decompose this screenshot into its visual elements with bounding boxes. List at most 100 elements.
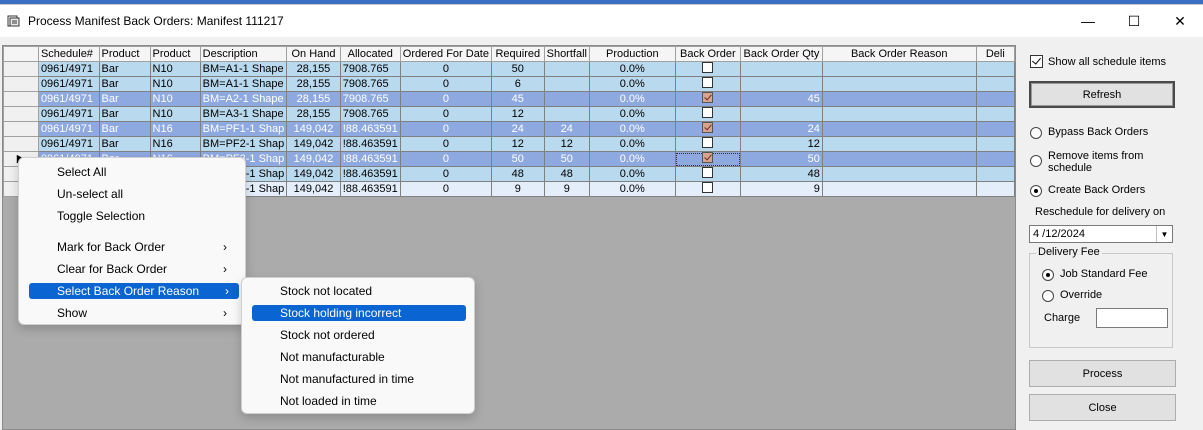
cell-allocated[interactable]: 7908.765 (339, 61, 401, 77)
job-standard-radio[interactable] (1042, 269, 1054, 281)
cell-on-hand[interactable]: 149,042 (286, 181, 341, 197)
cell-production[interactable]: 0.0% (588, 151, 676, 167)
cell-production[interactable]: 0.0% (588, 61, 676, 77)
col-header-product[interactable]: Product (98, 46, 151, 62)
cell-shortfall[interactable]: 24 (543, 121, 590, 137)
cell-delivery[interactable] (975, 166, 1015, 182)
cell-delivery[interactable] (975, 136, 1015, 152)
cell-shortfall[interactable] (543, 106, 590, 122)
cell-reason[interactable] (821, 121, 977, 137)
back-order-cell[interactable] (674, 106, 742, 122)
cell-shortfall[interactable]: 50 (543, 151, 590, 167)
back-order-checkbox[interactable] (702, 122, 714, 134)
cell-required[interactable]: 45 (490, 91, 545, 107)
row-header[interactable] (3, 76, 39, 92)
cell-required[interactable]: 9 (490, 181, 545, 197)
cell-reason[interactable] (821, 181, 977, 197)
cell-description[interactable]: BM=A1-1 Shape (199, 61, 288, 77)
cell-ordered[interactable]: 0 (399, 181, 492, 197)
col-header-back-order[interactable]: Back Order (674, 46, 742, 62)
cell-bo-qty[interactable]: 50 (740, 151, 823, 167)
col-header-schedule[interactable]: Schedule# (37, 46, 100, 62)
menu-item-select-all[interactable]: Select All (29, 164, 237, 180)
back-order-cell[interactable] (674, 91, 742, 107)
cell-production[interactable]: 0.0% (588, 91, 676, 107)
cell-required[interactable]: 12 (490, 106, 545, 122)
back-order-cell[interactable] (674, 166, 742, 182)
cell-shortfall[interactable] (543, 61, 590, 77)
cell-on-hand[interactable]: 149,042 (286, 151, 341, 167)
cell-ordered[interactable]: 0 (399, 91, 492, 107)
cell-bo-qty[interactable] (740, 106, 823, 122)
cell-allocated[interactable]: 7908.765 (339, 106, 401, 122)
back-order-checkbox[interactable] (702, 182, 714, 194)
cell-bo-qty[interactable]: 45 (740, 91, 823, 107)
cell-description[interactable]: BM=A1-1 Shape (199, 76, 288, 92)
cell-description[interactable]: BM=A2-1 Shape (199, 91, 288, 107)
cell-required[interactable]: 6 (490, 76, 545, 92)
row-header[interactable] (3, 136, 39, 152)
cell-product2[interactable]: N10 (149, 76, 201, 92)
table-row[interactable]: 0961/4971 Bar N10 BM=A1-1 Shape 28,155 7908.7… (3, 76, 1015, 92)
col-header-delivery[interactable]: Deli (975, 46, 1015, 62)
cell-allocated[interactable]: !88.463591 (339, 151, 401, 167)
show-all-checkbox-row[interactable]: Show all schedule items (1030, 55, 1166, 68)
cell-product2[interactable]: N10 (149, 61, 201, 77)
cell-description[interactable]: BM=PF2-1 Shap (199, 136, 288, 152)
cell-product[interactable]: Bar (98, 61, 151, 77)
cell-shortfall[interactable]: 48 (543, 166, 590, 182)
cell-reason[interactable] (821, 91, 977, 107)
col-header-production[interactable]: Production (588, 46, 676, 62)
cell-bo-qty[interactable]: 12 (740, 136, 823, 152)
cell-schedule[interactable]: 0961/4971 (37, 76, 100, 92)
cell-production[interactable]: 0.0% (588, 121, 676, 137)
cell-delivery[interactable] (975, 91, 1015, 107)
reason-stock-holding-incorrect[interactable]: Stock holding incorrect (252, 305, 466, 321)
cell-required[interactable]: 48 (490, 166, 545, 182)
cell-description[interactable]: BM=PF1-1 Shap (199, 121, 288, 137)
cell-delivery[interactable] (975, 121, 1015, 137)
cell-shortfall[interactable]: 12 (543, 136, 590, 152)
cell-shortfall[interactable] (543, 91, 590, 107)
cell-ordered[interactable]: 0 (399, 106, 492, 122)
cell-on-hand[interactable]: 28,155 (286, 61, 341, 77)
cell-delivery[interactable] (975, 61, 1015, 77)
menu-item-toggle-selection[interactable]: Toggle Selection (29, 208, 237, 224)
cell-shortfall[interactable]: 9 (543, 181, 590, 197)
cell-bo-qty[interactable] (740, 76, 823, 92)
cell-allocated[interactable]: !88.463591 (339, 136, 401, 152)
reason-stock-not-located[interactable]: Stock not located (252, 283, 466, 299)
cell-bo-qty[interactable] (740, 61, 823, 77)
table-row[interactable]: 0961/4971 Bar N10 BM=A1-1 Shape 28,155 7908.7… (3, 61, 1015, 77)
cell-reason[interactable] (821, 76, 977, 92)
maximize-button[interactable]: ☐ (1111, 5, 1157, 37)
cell-on-hand[interactable]: 149,042 (286, 121, 341, 137)
cell-production[interactable]: 0.0% (588, 136, 676, 152)
row-header[interactable] (3, 106, 39, 122)
cell-reason[interactable] (821, 136, 977, 152)
cell-product[interactable]: Bar (98, 136, 151, 152)
cell-ordered[interactable]: 0 (399, 166, 492, 182)
create-radio-row[interactable]: Create Back Orders (1030, 184, 1145, 197)
reason-not-loaded-in-time[interactable]: Not loaded in time (252, 393, 466, 409)
cell-production[interactable]: 0.0% (588, 106, 676, 122)
cell-delivery[interactable] (975, 181, 1015, 197)
back-order-checkbox[interactable] (702, 167, 714, 179)
cell-shortfall[interactable] (543, 76, 590, 92)
cell-bo-qty[interactable]: 9 (740, 181, 823, 197)
remove-radio[interactable] (1030, 155, 1042, 167)
minimize-button[interactable]: — (1065, 5, 1111, 37)
cell-schedule[interactable]: 0961/4971 (37, 121, 100, 137)
cell-product[interactable]: Bar (98, 106, 151, 122)
cell-product[interactable]: Bar (98, 91, 151, 107)
cell-on-hand[interactable]: 28,155 (286, 106, 341, 122)
back-order-checkbox[interactable] (702, 152, 714, 164)
back-order-checkbox[interactable] (702, 77, 714, 89)
back-order-cell[interactable] (674, 61, 742, 77)
cell-product2[interactable]: N16 (149, 136, 201, 152)
close-button[interactable]: Close (1029, 394, 1176, 421)
col-header-description[interactable]: Description (199, 46, 288, 62)
cell-ordered[interactable]: 0 (399, 151, 492, 167)
override-radio-row[interactable]: Override (1042, 289, 1102, 302)
cell-on-hand[interactable]: 149,042 (286, 136, 341, 152)
